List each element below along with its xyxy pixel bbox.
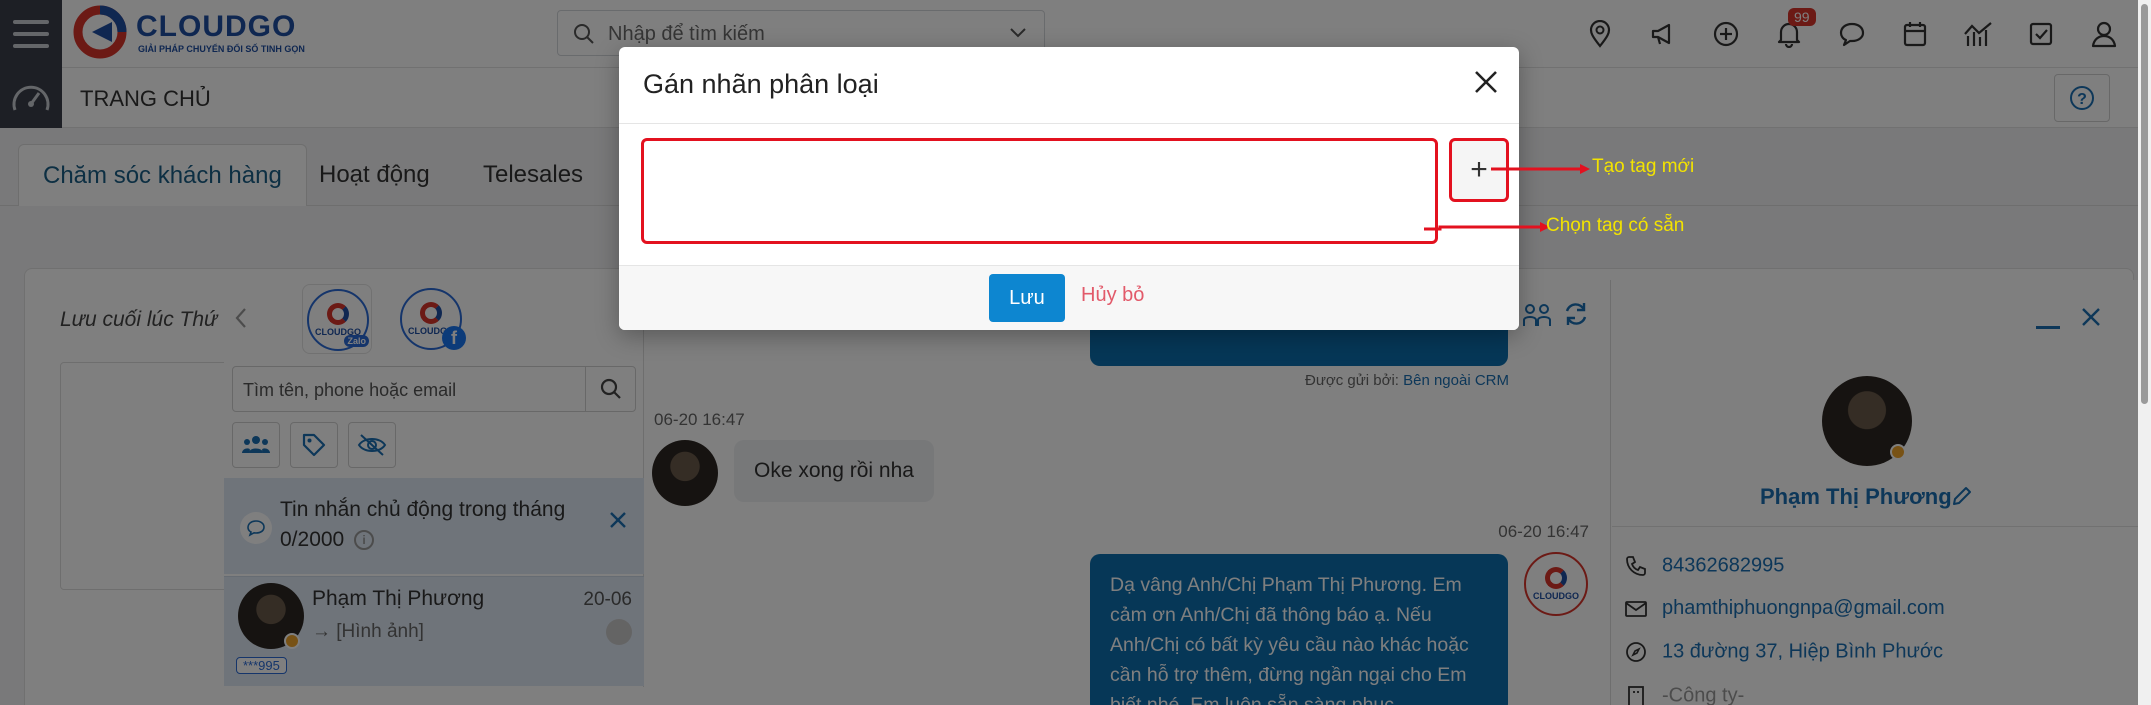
tag-select-field[interactable]: [641, 138, 1438, 244]
save-button[interactable]: Lưu: [989, 274, 1065, 322]
add-tag-button[interactable]: +: [1449, 138, 1509, 202]
annotation-existing-tag: Chọn tag có sẵn: [1546, 215, 1685, 236]
dialog-close-button[interactable]: [1469, 65, 1503, 99]
plus-icon: +: [1470, 153, 1488, 186]
close-icon: [1475, 71, 1497, 93]
tag-select-input[interactable]: [652, 149, 1427, 233]
page-scrollbar[interactable]: [2138, 0, 2151, 705]
dialog-header-divider: [619, 123, 1519, 124]
annotation-new-tag: Tạo tag mới: [1592, 156, 1695, 177]
dialog-title: Gán nhãn phân loại: [643, 69, 879, 99]
dialog-footer: Lưu Hủy bỏ: [619, 265, 1519, 330]
cancel-button[interactable]: Hủy bỏ: [1081, 284, 1144, 307]
tag-assign-dialog: Gán nhãn phân loại + Lưu Hủy bỏ: [619, 47, 1519, 330]
scrollbar-thumb[interactable]: [2141, 4, 2148, 404]
